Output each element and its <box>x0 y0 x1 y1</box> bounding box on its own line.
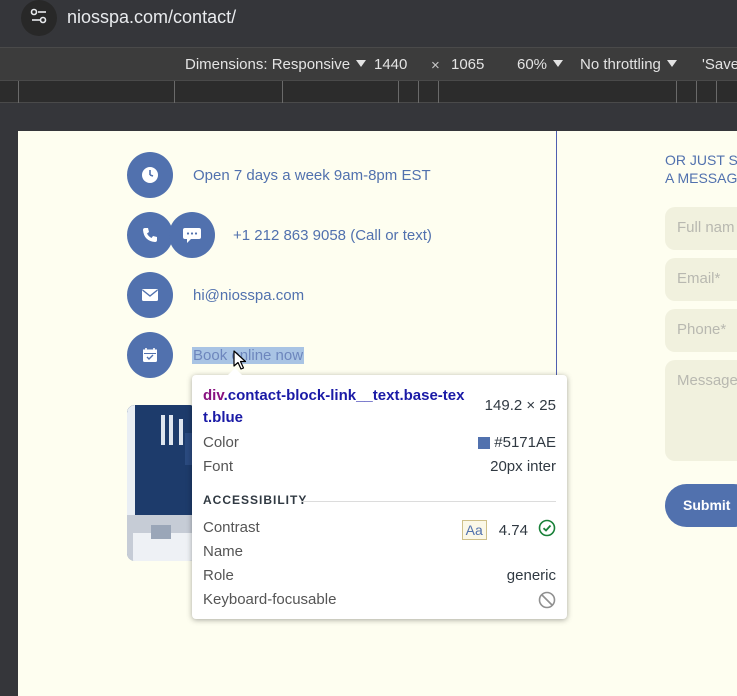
site-info-icon <box>30 8 48 29</box>
width-input[interactable]: 1440 <box>374 56 407 73</box>
element-size: 149.2 × 25 <box>484 397 556 414</box>
full-name-input[interactable]: Full nam <box>665 207 737 250</box>
browser-window: niosspa.com/contact/ Dimensions: Respons… <box>0 0 737 696</box>
hours-text: Open 7 days a week 9am-8pm EST <box>193 166 431 184</box>
dimensions-label: Dimensions: Responsive <box>185 56 351 73</box>
chat-icon[interactable] <box>169 212 215 258</box>
url-text[interactable]: niosspa.com/contact/ <box>67 7 236 28</box>
role-value: generic <box>506 567 556 584</box>
times-separator: × <box>431 57 440 74</box>
form-heading-line1: OR JUST S <box>665 152 737 168</box>
phone-icon[interactable] <box>127 212 173 258</box>
phone-input[interactable]: Phone* <box>665 309 737 352</box>
submit-button[interactable]: Submit <box>665 484 737 527</box>
chevron-down-icon <box>356 60 367 67</box>
phone-text[interactable]: +1 212 863 9058 (Call or text) <box>233 227 432 244</box>
zoom-select[interactable]: 60% <box>517 56 564 73</box>
message-textarea[interactable]: Message <box>665 360 737 461</box>
accessibility-label: ACCESSIBILITY <box>203 493 308 507</box>
contact-email[interactable]: hi@niosspa.com <box>127 272 304 318</box>
dimensions-select[interactable]: Dimensions: Responsive <box>185 56 367 73</box>
contact-hours: Open 7 days a week 9am-8pm EST <box>127 152 431 198</box>
ruler-tick <box>398 81 399 103</box>
contact-book[interactable]: Book online now <box>127 332 305 378</box>
ruler-tick <box>282 81 283 103</box>
role-label: Role <box>203 567 234 584</box>
tooltip-contrast-row: Contrast Aa 4.74 <box>203 519 556 541</box>
ruler-tick <box>18 81 19 103</box>
zoom-label: 60% <box>517 56 548 73</box>
name-label: Name <box>203 543 244 560</box>
email-input[interactable]: Email* <box>665 258 737 301</box>
element-tag: div <box>203 387 224 404</box>
site-info-button[interactable] <box>21 0 57 36</box>
color-swatch <box>478 436 491 449</box>
keyboard-label: Keyboard-focusable <box>203 591 337 608</box>
section-divider <box>301 501 556 502</box>
mail-icon[interactable] <box>127 272 173 318</box>
element-selector: div.contact-block-link__text.base-text.b… <box>203 385 473 429</box>
tooltip-font-row: Font 20px inter <box>203 458 556 478</box>
contrast-value-wrap: Aa 4.74 <box>461 519 556 541</box>
save-data-toggle[interactable]: 'Save <box>702 56 737 73</box>
contact-phone[interactable]: +1 212 863 9058 (Call or text) <box>127 212 432 258</box>
clock-icon <box>127 152 173 198</box>
tooltip-role-row: Role generic <box>203 567 556 587</box>
form-heading: OR JUST S A MESSAG <box>665 151 737 187</box>
element-class: .contact-block-link__text.base-text.blue <box>203 387 465 426</box>
chevron-down-icon <box>666 60 677 67</box>
tooltip-name-row: Name <box>203 543 556 563</box>
inspect-tooltip: div.contact-block-link__text.base-text.b… <box>192 368 567 619</box>
contrast-label: Contrast <box>203 519 260 536</box>
ruler-tick <box>438 81 439 103</box>
book-online-link[interactable]: Book online now <box>192 346 305 364</box>
ruler-tick <box>418 81 419 103</box>
accessibility-header: ACCESSIBILITY <box>203 493 556 509</box>
email-link[interactable]: hi@niosspa.com <box>193 287 304 304</box>
contrast-sample: Aa <box>461 520 487 540</box>
throttling-label: No throttling <box>580 56 661 73</box>
chevron-down-icon <box>553 60 564 67</box>
form-heading-line2: A MESSAG <box>665 170 737 186</box>
tooltip-keyboard-row: Keyboard-focusable <box>203 591 556 611</box>
check-circle-icon <box>538 519 556 541</box>
font-value: 20px inter <box>490 458 556 475</box>
ruler-tick <box>716 81 717 103</box>
ruler-tick <box>174 81 175 103</box>
address-bar: niosspa.com/contact/ <box>0 0 737 37</box>
tooltip-color-row: Color #5171AE <box>203 434 556 454</box>
color-value-wrap: #5171AE <box>478 434 556 451</box>
spa-photo <box>127 405 197 561</box>
not-allowed-icon <box>538 591 556 609</box>
color-value: #5171AE <box>494 434 556 451</box>
height-input[interactable]: 1065 <box>451 56 484 73</box>
ruler-tick <box>696 81 697 103</box>
device-toolbar: Dimensions: Responsive 1440 × 1065 60% N… <box>0 47 737 81</box>
calendar-icon[interactable] <box>127 332 173 378</box>
ruler-tick <box>676 81 677 103</box>
throttling-select[interactable]: No throttling <box>580 56 677 73</box>
media-query-ruler[interactable] <box>0 81 737 103</box>
font-label: Font <box>203 458 234 475</box>
element-outline <box>556 131 557 376</box>
color-label: Color <box>203 434 239 451</box>
contrast-value: 4.74 <box>498 521 528 539</box>
